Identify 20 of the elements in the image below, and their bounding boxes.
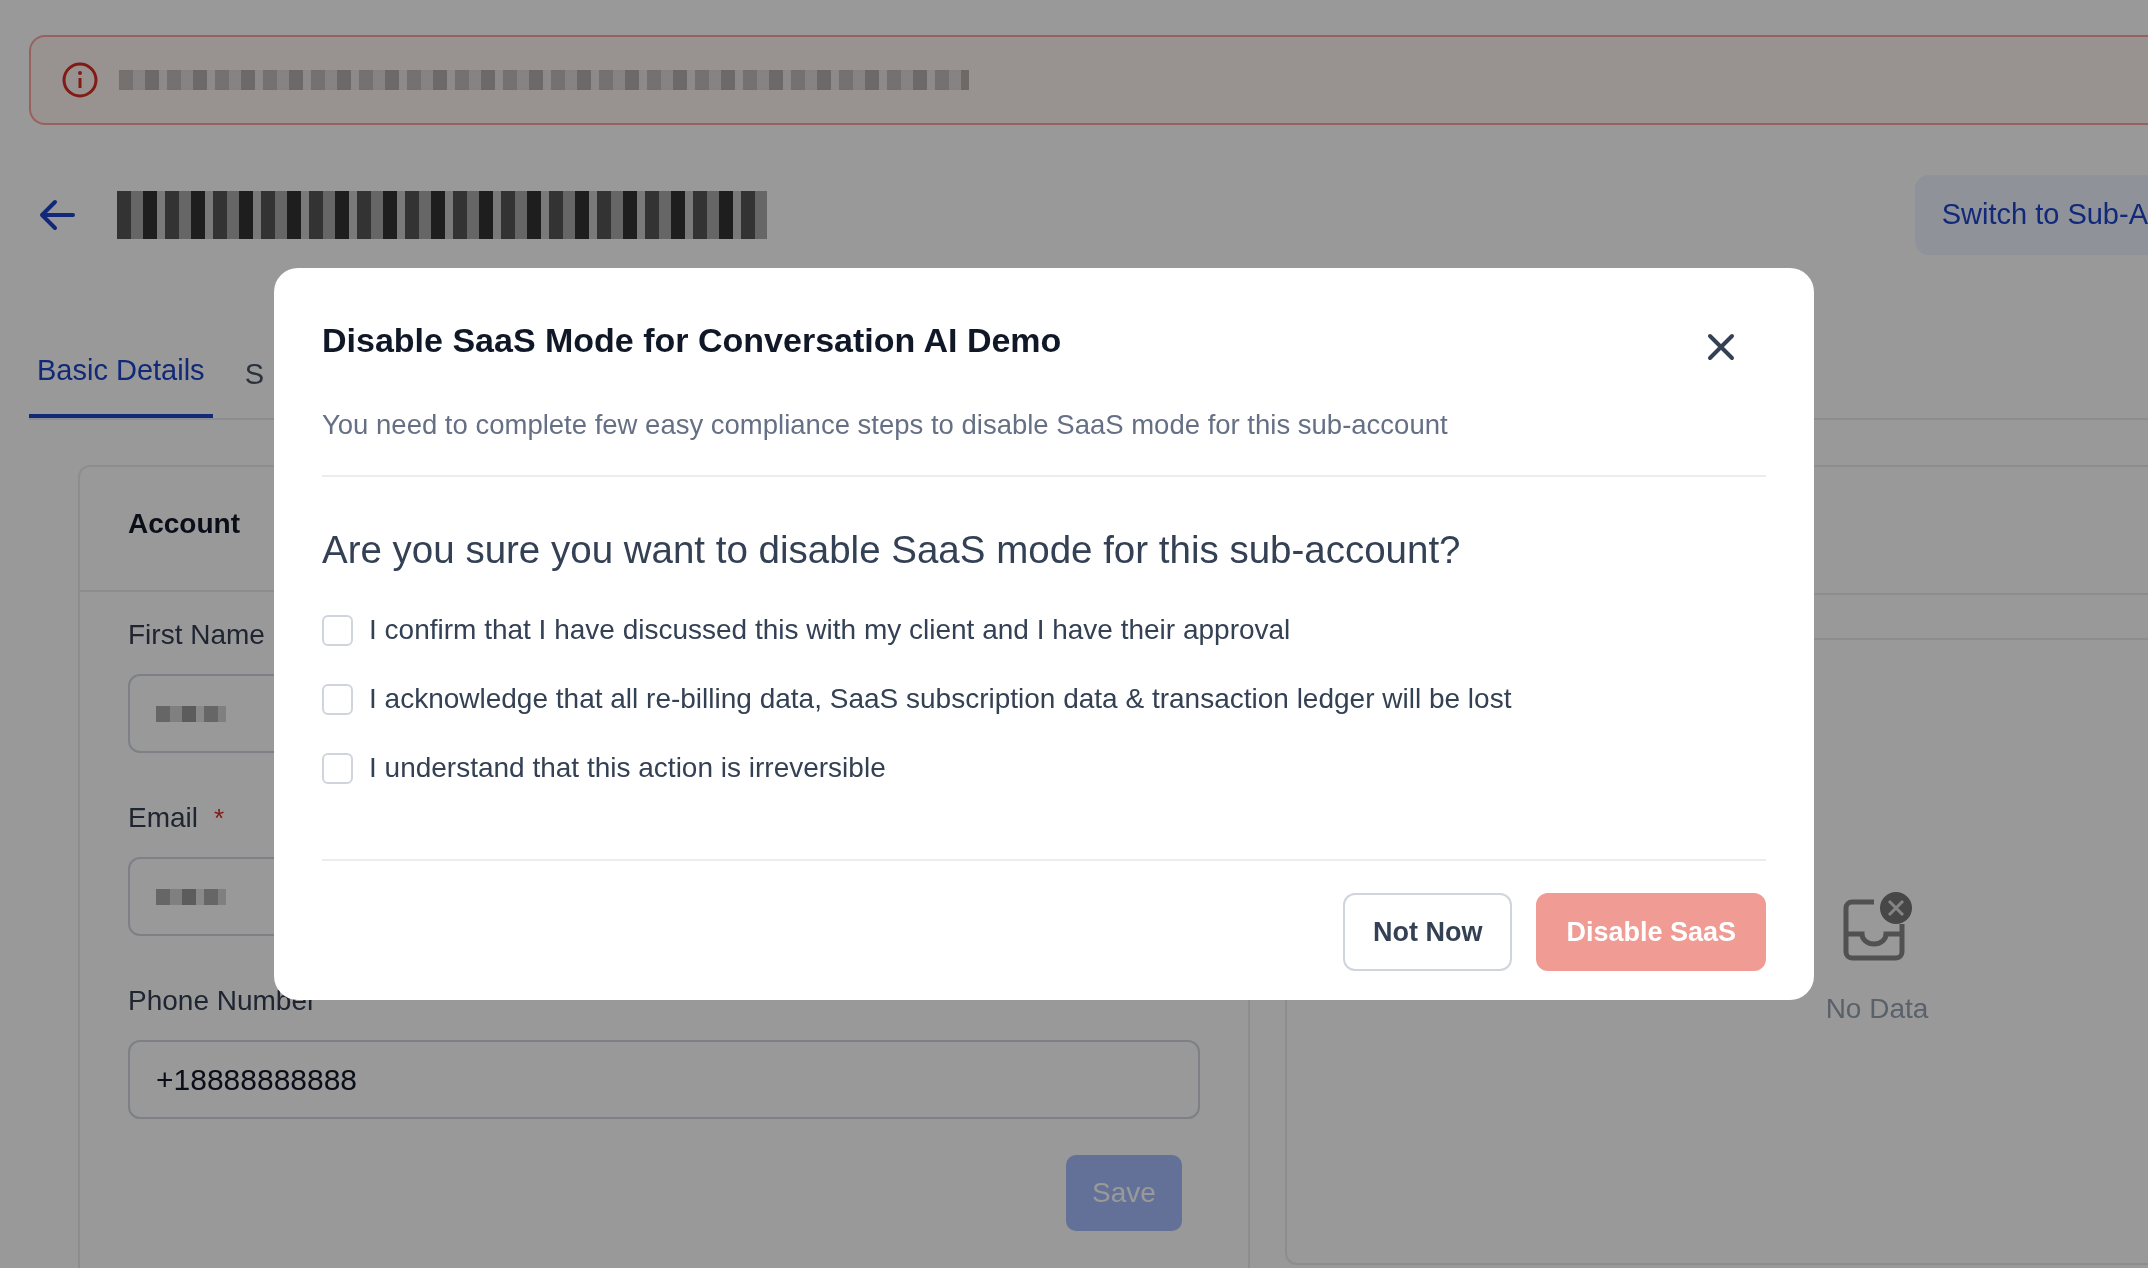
field-label: First Name — [128, 618, 265, 652]
dialog-subtitle: You need to complete few easy compliance steps to disable SaaS mode for this sub-account — [322, 408, 1449, 442]
checkbox[interactable] — [322, 752, 353, 784]
not-now-button[interactable]: Not Now — [1342, 893, 1513, 971]
checkbox-label: I acknowledge that all re-billing data, SaaS subscription data & transaction ledger will be lost — [369, 682, 1512, 716]
back-arrow-icon[interactable] — [37, 197, 77, 233]
checkbox-label: I confirm that I have discussed this with my client and I have their approval — [369, 613, 1291, 647]
required-mark: * — [214, 801, 225, 835]
close-icon[interactable] — [1706, 332, 1736, 362]
tab[interactable]: S — [236, 352, 272, 418]
empty-state-text: No Data — [1825, 992, 1929, 1026]
checkbox[interactable] — [322, 683, 353, 715]
dialog-title: Disable SaaS Mode for Conversation AI Demo — [322, 320, 1062, 361]
checkbox[interactable] — [322, 614, 353, 646]
tab[interactable]: Basic Details — [29, 348, 213, 418]
info-icon — [61, 61, 99, 99]
checkbox-label: I understand that this action is irreversible — [369, 751, 886, 785]
switch-account-button[interactable]: Switch to Sub-A — [1914, 175, 2148, 255]
input-field[interactable]: +18888888888 — [128, 1040, 1200, 1119]
field-label: Email — [128, 801, 198, 835]
